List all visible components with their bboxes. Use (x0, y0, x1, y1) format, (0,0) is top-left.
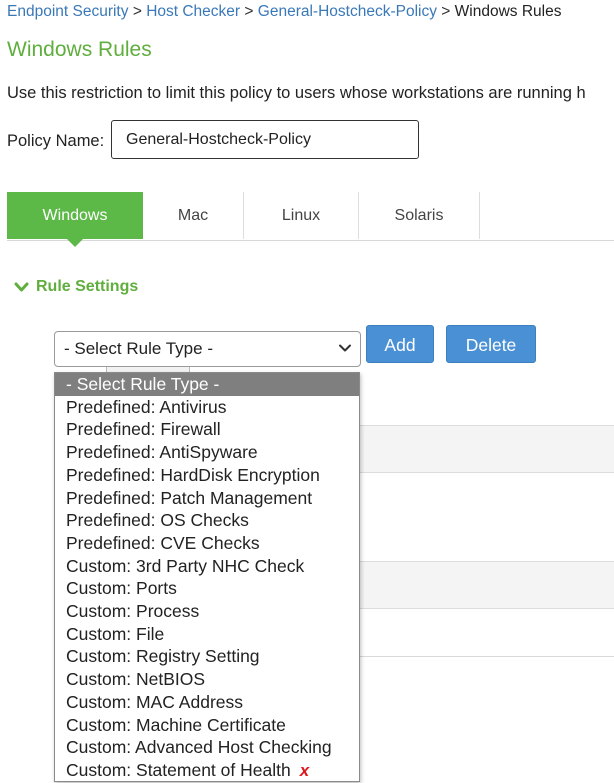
rule-settings-label: Rule Settings (36, 278, 139, 295)
breadcrumb-link-policy[interactable]: General-Hostcheck-Policy (258, 3, 437, 20)
tab-linux[interactable]: Linux (244, 192, 359, 239)
breadcrumb-separator: > (244, 3, 254, 20)
dropdown-option-antispyware[interactable]: Predefined: AntiSpyware (55, 441, 359, 464)
dropdown-option-process[interactable]: Custom: Process (55, 600, 359, 623)
tab-windows[interactable]: Windows (7, 192, 143, 247)
table-header-row (360, 561, 614, 609)
tab-solaris[interactable]: Solaris (359, 192, 480, 239)
breadcrumb-link-endpoint-security[interactable]: Endpoint Security (7, 3, 129, 20)
chevron-down-icon (14, 282, 29, 291)
policy-name-input[interactable] (111, 120, 419, 159)
dropdown-option-os-checks[interactable]: Predefined: OS Checks (55, 509, 359, 532)
breadcrumb-current: Windows Rules (454, 3, 562, 20)
os-tab-bar: Windows Mac Linux Solaris (7, 192, 614, 247)
breadcrumb-link-host-checker[interactable]: Host Checker (146, 3, 240, 20)
dropdown-option-placeholder[interactable]: - Select Rule Type - (55, 373, 359, 396)
dropdown-option-file[interactable]: Custom: File (55, 623, 359, 646)
dropdown-option-3rd-party-nhc[interactable]: Custom: 3rd Party NHC Check (55, 555, 359, 578)
tab-mac[interactable]: Mac (143, 192, 244, 239)
rule-settings-toggle[interactable]: Rule Settings (14, 278, 138, 296)
rule-type-dropdown-list: - Select Rule Type - Predefined: Antivir… (54, 372, 360, 782)
dropdown-option-firewall[interactable]: Predefined: Firewall (55, 418, 359, 441)
rule-type-select-value: - Select Rule Type - (64, 339, 213, 358)
add-button[interactable]: Add (366, 325, 434, 363)
rule-type-select[interactable]: - Select Rule Type - (54, 331, 361, 367)
policy-name-label: Policy Name: (7, 132, 105, 150)
breadcrumb: Endpoint Security > Host Checker > Gener… (7, 3, 561, 21)
breadcrumb-separator: > (441, 3, 451, 20)
dropdown-option-advanced-host-checking[interactable]: Custom: Advanced Host Checking (55, 736, 359, 759)
page-title: Windows Rules (7, 38, 152, 61)
breadcrumb-separator: > (132, 3, 142, 20)
dropdown-option-registry-setting[interactable]: Custom: Registry Setting (55, 645, 359, 668)
dropdown-option-label: Custom: Statement of Health (66, 759, 291, 780)
dropdown-option-machine-certificate[interactable]: Custom: Machine Certificate (55, 714, 359, 737)
dropdown-option-patch-management[interactable]: Predefined: Patch Management (55, 487, 359, 510)
dropdown-option-mac-address[interactable]: Custom: MAC Address (55, 691, 359, 714)
table-header-row (360, 425, 614, 473)
dropdown-option-ports[interactable]: Custom: Ports (55, 577, 359, 600)
dropdown-option-antivirus[interactable]: Predefined: Antivirus (55, 396, 359, 419)
red-x-icon: x (299, 760, 310, 780)
dropdown-option-netbios[interactable]: Custom: NetBIOS (55, 668, 359, 691)
dropdown-option-statement-of-health[interactable]: Custom: Statement of Health x (55, 759, 359, 782)
page-description: Use this restriction to limit this polic… (7, 84, 586, 102)
dropdown-option-cve-checks[interactable]: Predefined: CVE Checks (55, 532, 359, 555)
chevron-down-icon (339, 344, 351, 352)
dropdown-option-harddisk-encryption[interactable]: Predefined: HardDisk Encryption (55, 464, 359, 487)
delete-button[interactable]: Delete (446, 325, 536, 363)
table-divider (360, 656, 614, 657)
